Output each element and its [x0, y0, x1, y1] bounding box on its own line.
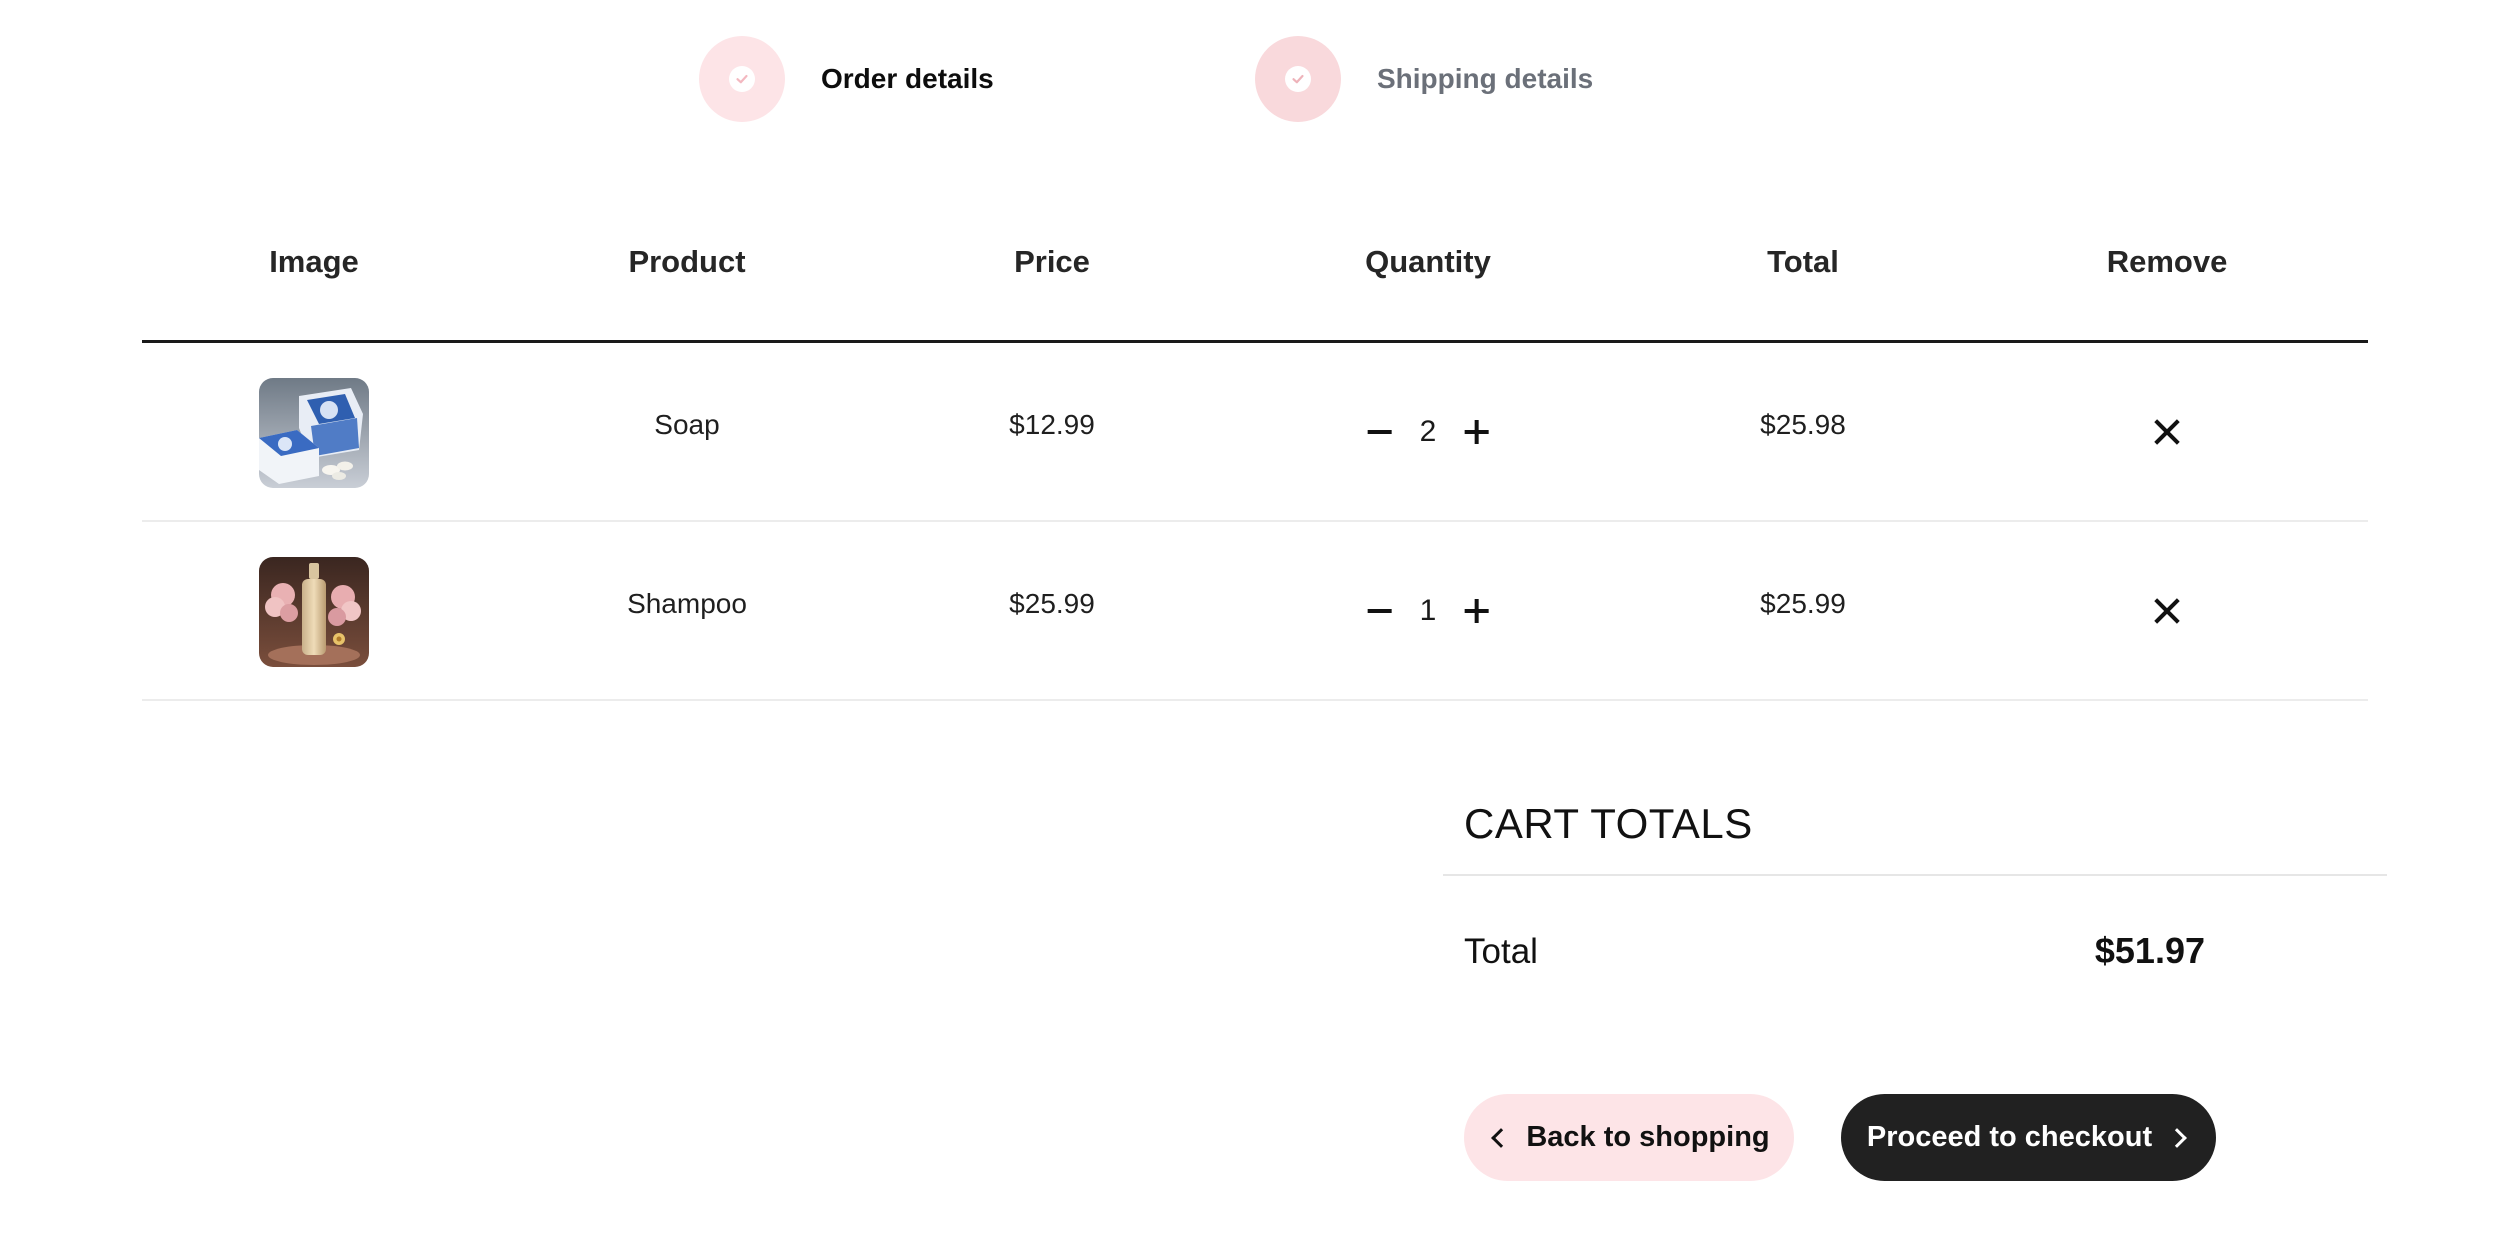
soap-image — [259, 378, 369, 488]
quantity-stepper: 1 — [1366, 594, 1491, 628]
row-total: $25.99 — [1760, 588, 1846, 619]
header-total: Total — [1767, 244, 1839, 279]
step-indicator — [1255, 36, 1341, 122]
step-order-details[interactable]: Order details — [699, 36, 994, 122]
back-to-shopping-button[interactable]: Back to shopping — [1464, 1094, 1794, 1181]
quantity-stepper: 2 — [1366, 415, 1491, 449]
cart-page: Order details Shipping details Image Pro… — [0, 0, 2501, 1249]
cart-totals-title: CART TOTALS — [1443, 800, 2387, 876]
header-image: Image — [269, 244, 359, 279]
product-name: Soap — [654, 409, 720, 440]
checkout-label: Proceed to checkout — [1866, 1121, 2153, 1153]
step-shipping-details[interactable]: Shipping details — [1255, 36, 1593, 122]
table-row: Shampoo $25.99 1 $25.99 — [142, 522, 2368, 701]
header-product: Product — [628, 244, 746, 279]
shampoo-image — [259, 557, 369, 667]
total-label: Total — [1464, 932, 1538, 971]
check-icon — [1285, 66, 1311, 92]
total-value: $51.97 — [2094, 930, 2205, 971]
table-header: Image Product Price Quantity Total Remov… — [142, 200, 2368, 343]
total-row: Total $51.97 — [1443, 876, 2387, 1026]
minus-icon[interactable] — [1366, 418, 1394, 446]
remove-icon[interactable] — [2153, 597, 2181, 625]
check-icon — [729, 66, 755, 92]
chevron-right-icon — [2170, 1131, 2184, 1145]
plus-icon[interactable] — [1462, 418, 1490, 446]
step-label: Order details — [821, 63, 994, 94]
step-indicator — [699, 36, 785, 122]
plus-icon[interactable] — [1462, 597, 1490, 625]
quantity-value: 2 — [1419, 415, 1437, 448]
remove-icon[interactable] — [2153, 418, 2181, 446]
header-quantity: Quantity — [1365, 244, 1491, 279]
minus-icon[interactable] — [1366, 597, 1394, 625]
cart-table: Image Product Price Quantity Total Remov… — [142, 200, 2368, 701]
cart-totals: CART TOTALS Total $51.97 — [1443, 800, 2387, 1026]
chevron-left-icon — [1494, 1131, 1508, 1145]
quantity-value: 1 — [1419, 594, 1437, 627]
product-price: $12.99 — [1009, 409, 1095, 440]
header-remove: Remove — [2106, 244, 2228, 279]
product-name: Shampoo — [627, 588, 747, 619]
proceed-to-checkout-button[interactable]: Proceed to checkout — [1841, 1094, 2216, 1181]
table-row: Soap $12.99 2 $25.98 — [142, 343, 2368, 522]
step-label: Shipping details — [1377, 63, 1594, 94]
back-label: Back to shopping — [1526, 1121, 1770, 1153]
header-price: Price — [1014, 244, 1090, 279]
row-total: $25.98 — [1760, 409, 1846, 440]
product-price: $25.99 — [1009, 588, 1095, 619]
